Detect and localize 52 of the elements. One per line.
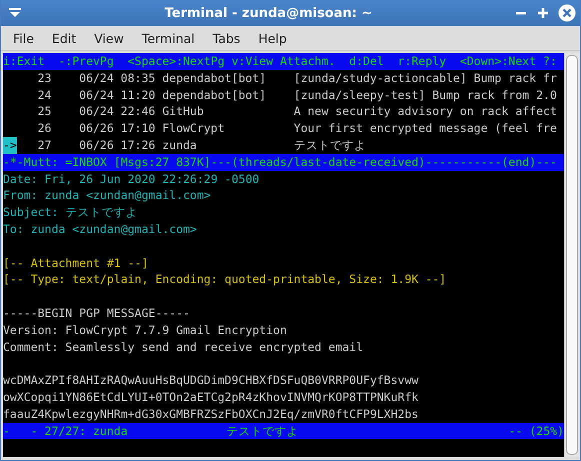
message-row[interactable]: 25 06/24 22:46 GitHub A new security advisory on rack affect <box>3 103 564 120</box>
cursor-marker: -> <box>3 136 17 154</box>
message-row[interactable]: 26 06/26 17:10 FlowCrypt Your first encrypted message (feel fre <box>3 120 564 137</box>
message-subject: A new security advisory on rack affect <box>294 103 557 120</box>
menu-item[interactable]: Tabs <box>204 30 250 46</box>
body-line: owXCopqi1YN86EtCdLYUI+0TOn2aETCg2pR4zKhovINVMQrKOP8TTPNKuRfk <box>3 388 420 406</box>
message-row[interactable]: -> 27 06/26 17:26 zunda テストですよ <box>3 136 564 154</box>
body-line: faauZ4KpwlezgyNHRm+dG30xGMBFRZSzFbOXCnJ2Eq/zmVR0ftCFP9LXH2bs <box>3 406 420 423</box>
body-line: Version: FlowCrypt 7.7.9 Gmail Encryption <box>3 322 288 339</box>
message-sender: dependabot[bot] <box>162 86 268 104</box>
status-percent-text: -- (25%) <box>508 422 564 440</box>
header-line: To: zunda <zundan@gmail.com> <box>3 220 198 238</box>
header-line: Subject: テストですよ <box>3 204 138 221</box>
menu-item[interactable]: Help <box>249 30 296 46</box>
message-date: 06/26 17:10 <box>79 120 156 137</box>
menu-item[interactable]: View <box>85 30 133 46</box>
index-status-bar: -*-Mutt: =INBOX [Msgs:27 837K]---(threads/last-date-received)-----------(end)--- <box>3 154 564 171</box>
message-subject: [zunda/study-actioncable] Bump rack fr <box>294 70 557 87</box>
message-subject: テストですよ <box>294 136 366 154</box>
message-date: 06/24 22:46 <box>79 103 156 120</box>
status-left-text: - - 27/27: zunda <box>3 422 128 440</box>
message-number: 23 <box>36 70 52 87</box>
header-line: Date: Fri, 26 Jun 2020 22:26:29 -0500 <box>3 170 260 188</box>
message-sender: GitHub <box>162 103 205 120</box>
status-subject-text: テストですよ <box>226 422 299 440</box>
message-number: 25 <box>36 103 52 120</box>
body-line: Comment: Seamlessly send and receive encrypted email <box>3 338 364 356</box>
maximize-icon[interactable] <box>536 6 550 20</box>
message-number: 26 <box>36 120 52 137</box>
message-number: 24 <box>36 86 52 104</box>
window-title: Terminal - zunda@misoan: ~ <box>164 6 374 20</box>
message-sender: dependabot[bot] <box>162 70 268 87</box>
message-sender: zunda <box>162 136 198 154</box>
message-subject: Your first encrypted message (feel fre <box>294 120 557 137</box>
message-sender: FlowCrypt <box>162 120 226 137</box>
message-row[interactable]: 23 06/24 08:35 dependabot[bot] [zunda/study-actioncable] Bump rack fr <box>3 70 564 87</box>
message-subject: [zunda/sleepy-test] Bump rack from 2.0 <box>294 86 557 104</box>
message-date: 06/26 17:26 <box>79 136 156 154</box>
help-bar: i:Exit -:PrevPg <Space>:NextPg v:View Attachm. d:Del r:Reply <Down>:Next ?: <box>3 53 564 70</box>
message-date: 06/24 11:20 <box>79 86 156 104</box>
message-number: 27 <box>36 136 52 154</box>
message-date: 06/24 08:35 <box>79 70 156 87</box>
body-line: -----BEGIN PGP MESSAGE----- <box>3 304 191 322</box>
attachment-line: [-- Type: text/plain, Encoding: quoted-printable, Size: 1.9K --] <box>3 271 448 288</box>
body-line: wcDMAxZPIf8AHIzRAQwAuuHsBqUDGDimD9CHBXfDSFuQB0VRRP0UFyfBsvww <box>3 372 420 389</box>
attachment-line: [-- Attachment #1 --] <box>3 254 150 272</box>
message-row[interactable]: 24 06/24 11:20 dependabot[bot] [zunda/sleepy-test] Bump rack from 2.0 <box>3 86 564 104</box>
menu-item[interactable]: Edit <box>42 30 86 46</box>
close-icon[interactable] <box>558 4 576 22</box>
menu-item[interactable]: File <box>4 30 43 46</box>
menu-item[interactable]: Terminal <box>132 30 204 46</box>
header-line: From: zunda <zundan@gmail.com> <box>3 187 212 204</box>
